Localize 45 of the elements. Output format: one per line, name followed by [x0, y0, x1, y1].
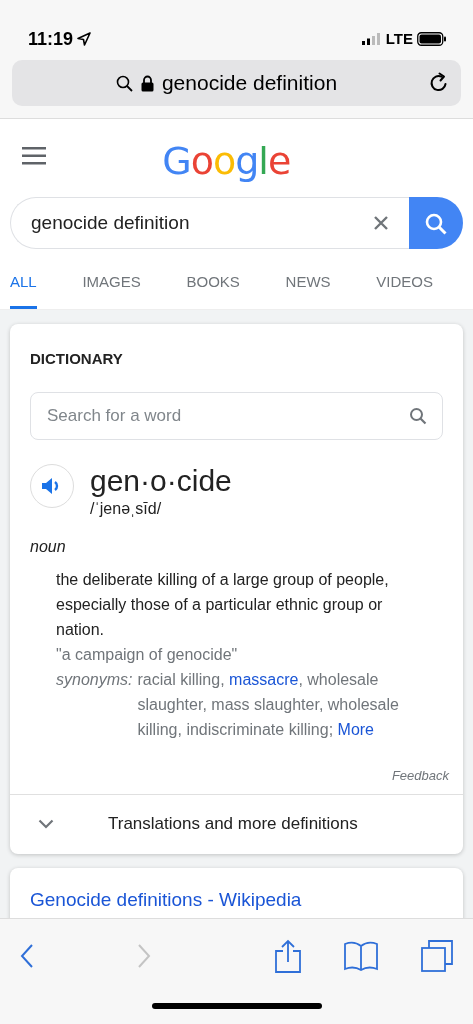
tabs-button[interactable] — [421, 940, 453, 972]
search-field[interactable]: genocide definition — [10, 197, 409, 249]
google-logo[interactable]: Google — [162, 133, 291, 190]
signal-icon — [361, 33, 382, 45]
location-arrow-icon — [77, 32, 92, 46]
search-icon — [115, 74, 133, 92]
synonym-link[interactable]: massacre — [229, 671, 299, 688]
search-icon — [425, 212, 447, 235]
tabs-icon — [421, 940, 453, 972]
search-tab[interactable]: BOOKS — [186, 257, 240, 309]
definition-text: the deliberate killing of a large group of people, especially those of a particular ethnic group or nation. — [56, 570, 390, 640]
address-bar[interactable]: genocide definition — [12, 60, 461, 106]
back-icon — [20, 944, 34, 969]
speaker-button[interactable] — [30, 464, 74, 508]
clear-icon[interactable] — [373, 215, 389, 231]
search-tab[interactable]: IMAGES — [82, 257, 141, 309]
back-button[interactable] — [20, 943, 34, 969]
synonyms-label: synonyms: — [56, 670, 133, 690]
result-title-link[interactable]: Genocide definitions - Wikipedia — [30, 888, 302, 910]
headword: gen·o·cide — [90, 464, 232, 497]
search-icon — [409, 407, 427, 425]
synonym-link[interactable]: More — [337, 721, 374, 738]
battery-icon — [417, 32, 447, 46]
search-button[interactable] — [409, 197, 463, 249]
status-time: 11:19 — [28, 27, 74, 51]
share-icon — [274, 939, 301, 973]
search-tab[interactable]: VIDEOS — [376, 257, 433, 309]
book-icon — [343, 941, 378, 971]
share-button[interactable] — [274, 939, 301, 973]
address-text: genocide definition — [161, 70, 338, 97]
menu-icon[interactable] — [22, 147, 46, 165]
section-title: DICTIONARY — [29, 348, 124, 369]
bookmarks-button[interactable] — [343, 941, 378, 971]
chevron-down-icon — [38, 819, 54, 829]
part-of-speech: noun — [29, 537, 67, 557]
example-text: "a campaign of genocide" — [56, 645, 239, 665]
reload-icon[interactable] — [429, 72, 449, 94]
forward-icon — [137, 944, 152, 969]
pronunciation: /ˈjenəˌsīd/ — [90, 499, 163, 519]
more-definitions-button[interactable]: Translations and more definitions — [10, 793, 463, 854]
feedback-link[interactable]: Feedback — [10, 742, 463, 794]
synonyms-text: racial killing, massacre, wholesale slaughter, mass slaughter, wholesale killing, indiscriminate killing; More — [137, 670, 400, 740]
word-search-field[interactable]: Search for a word — [30, 392, 443, 440]
network-label: LTE — [385, 28, 413, 49]
search-tab[interactable]: NEWS — [285, 257, 331, 309]
